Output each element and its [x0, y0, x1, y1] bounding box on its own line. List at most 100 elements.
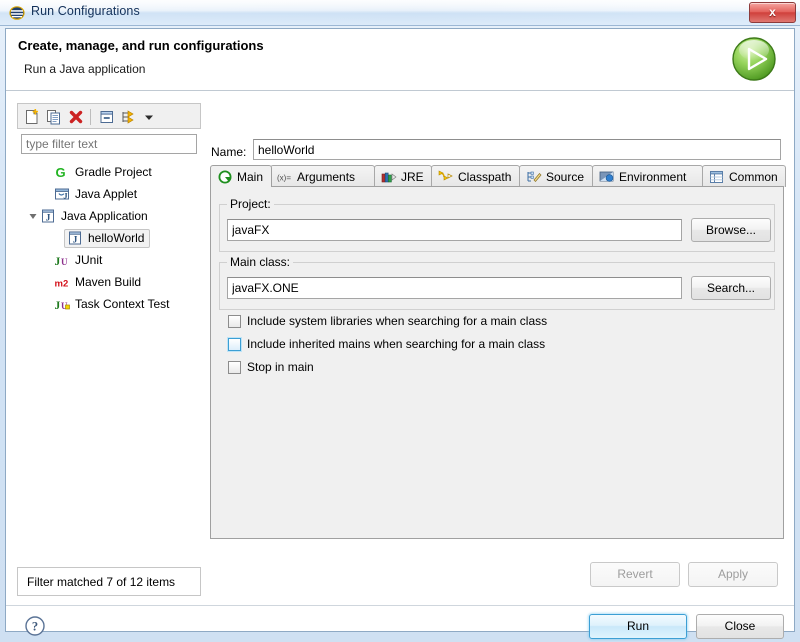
- include-system-libraries-row[interactable]: Include system libraries when searching …: [228, 314, 547, 328]
- java-app-icon: J: [67, 230, 83, 246]
- include-inherited-mains-checkbox[interactable]: [228, 337, 241, 351]
- twisty-placeholder: [40, 271, 54, 293]
- collapse-all-icon[interactable]: [98, 108, 116, 126]
- project-group: Project: Browse...: [219, 197, 775, 252]
- tab-main[interactable]: Main: [210, 165, 272, 187]
- svg-text:?: ?: [32, 620, 38, 634]
- tab-label: JRE: [401, 169, 424, 184]
- stop-in-main-checkbox[interactable]: [228, 360, 241, 374]
- twisty-placeholder: [40, 249, 54, 271]
- tree-item-selection-highlight: J helloWorld: [64, 228, 151, 248]
- tree-item-java-application[interactable]: J Java Application: [18, 205, 200, 227]
- tab-environment[interactable]: Environment: [592, 165, 703, 187]
- twisty-placeholder: [40, 161, 54, 183]
- svg-text:J: J: [63, 191, 68, 201]
- twisty-placeholder: [40, 293, 54, 315]
- include-inherited-mains-row[interactable]: Include inherited mains when searching f…: [228, 337, 545, 351]
- delete-configuration-icon[interactable]: [67, 108, 85, 126]
- tree-item-label: Maven Build: [75, 275, 142, 289]
- tab-jre[interactable]: JRE: [374, 165, 432, 187]
- revert-button-label: Revert: [617, 567, 653, 581]
- svg-text:J: J: [73, 236, 78, 246]
- twisty-expanded-icon[interactable]: [26, 205, 40, 227]
- source-icon: [526, 170, 542, 184]
- tree-item-helloworld[interactable]: J helloWorld: [18, 227, 200, 249]
- browse-button[interactable]: Browse...: [691, 218, 771, 242]
- dialog-client-area: Create, manage, and run configurations R…: [5, 28, 795, 642]
- twisty-placeholder: [40, 183, 54, 205]
- tree-item-label: Gradle Project: [75, 165, 152, 179]
- tab-label: Classpath: [458, 169, 512, 184]
- close-button[interactable]: Close: [696, 614, 784, 639]
- java-applet-icon: J: [54, 186, 70, 202]
- gradle-icon: G: [54, 164, 70, 180]
- configuration-editor-panel: Name: Main (x)=: [209, 103, 786, 596]
- run-button[interactable]: Run: [589, 614, 687, 639]
- tree-item-task-context-test[interactable]: J U Task Context Test: [18, 293, 200, 315]
- page-title: Create, manage, and run configurations: [18, 38, 264, 53]
- main-class-input[interactable]: [227, 277, 682, 299]
- tree-item-maven-build[interactable]: m2 Maven Build: [18, 271, 200, 293]
- search-button[interactable]: Search...: [691, 276, 771, 300]
- tree-item-gradle-project[interactable]: G Gradle Project: [18, 161, 200, 183]
- tab-arguments[interactable]: (x)= Arguments: [270, 165, 375, 187]
- apply-button[interactable]: Apply: [688, 562, 778, 587]
- svg-text:(x)=: (x)=: [277, 173, 291, 182]
- project-group-label: Project:: [227, 197, 274, 211]
- include-inherited-mains-label: Include inherited mains when searching f…: [247, 337, 546, 351]
- tab-classpath[interactable]: Classpath: [431, 165, 520, 187]
- green-run-play-icon: [726, 31, 782, 87]
- junit-task-icon: J U: [54, 296, 70, 312]
- window-title: Run Configurations: [31, 4, 140, 18]
- include-system-libraries-checkbox[interactable]: [228, 314, 241, 328]
- new-configuration-icon[interactable]: [23, 108, 41, 126]
- tree-item-junit[interactable]: J U JUnit: [18, 249, 200, 271]
- revert-button[interactable]: Revert: [590, 562, 680, 587]
- run-button-label: Run: [626, 619, 649, 633]
- tree-item-label: Task Context Test: [75, 297, 170, 311]
- apply-button-label: Apply: [717, 567, 749, 581]
- name-label: Name:: [211, 145, 247, 159]
- project-input[interactable]: [227, 219, 682, 241]
- main-green-icon: [217, 170, 233, 184]
- tree-toolbar: [17, 103, 201, 129]
- tab-label: Common: [729, 169, 778, 184]
- name-input[interactable]: [253, 139, 781, 160]
- classpath-icon: [438, 170, 454, 184]
- svg-text:J: J: [46, 214, 51, 224]
- duplicate-configuration-icon[interactable]: [45, 108, 63, 126]
- environment-icon: [599, 170, 615, 184]
- junit-icon: J U: [54, 252, 70, 268]
- chevron-down-icon[interactable]: [142, 108, 156, 126]
- tree-item-java-applet[interactable]: J Java Applet: [18, 183, 200, 205]
- stop-in-main-row[interactable]: Stop in main: [228, 360, 314, 374]
- java-app-icon: J: [40, 208, 56, 224]
- tree-item-label: Java Application: [61, 209, 148, 223]
- configuration-tabs: Main (x)= Arguments JRE Classpath Source…: [210, 165, 786, 187]
- filter-input[interactable]: [21, 134, 197, 154]
- title-bar: Run Configurations x: [0, 0, 800, 26]
- tab-common[interactable]: Common: [702, 165, 786, 187]
- svg-text:J: J: [55, 300, 61, 312]
- question-mark-icon[interactable]: ?: [24, 615, 46, 637]
- tab-source[interactable]: Source: [519, 165, 593, 187]
- filter-icon[interactable]: [120, 108, 138, 126]
- jre-books-icon: [381, 170, 397, 184]
- run-configurations-dialog: Run Configurations x Create, manage, and…: [0, 0, 800, 642]
- tab-label: Source: [546, 169, 585, 184]
- search-button-label: Search...: [706, 281, 756, 295]
- svg-text:U: U: [61, 257, 68, 267]
- browse-button-label: Browse...: [705, 223, 756, 237]
- tree-item-label: helloWorld: [88, 231, 145, 245]
- tab-label: Environment: [619, 169, 687, 184]
- tab-label: Main: [237, 169, 264, 184]
- eclipse-run-icon: [9, 5, 25, 21]
- close-window-button[interactable]: x: [749, 2, 796, 23]
- filter-status-text: Filter matched 7 of 12 items: [17, 567, 201, 596]
- configurations-tree[interactable]: G Gradle Project J Java Applet J Java Ap…: [17, 160, 201, 565]
- close-button-label: Close: [724, 619, 756, 633]
- main-tab-panel: Project: Browse... Main class: Search...: [210, 186, 784, 539]
- maven-icon: m2: [54, 274, 70, 290]
- tree-item-label: Java Applet: [75, 187, 138, 201]
- footer-divider: [6, 605, 794, 606]
